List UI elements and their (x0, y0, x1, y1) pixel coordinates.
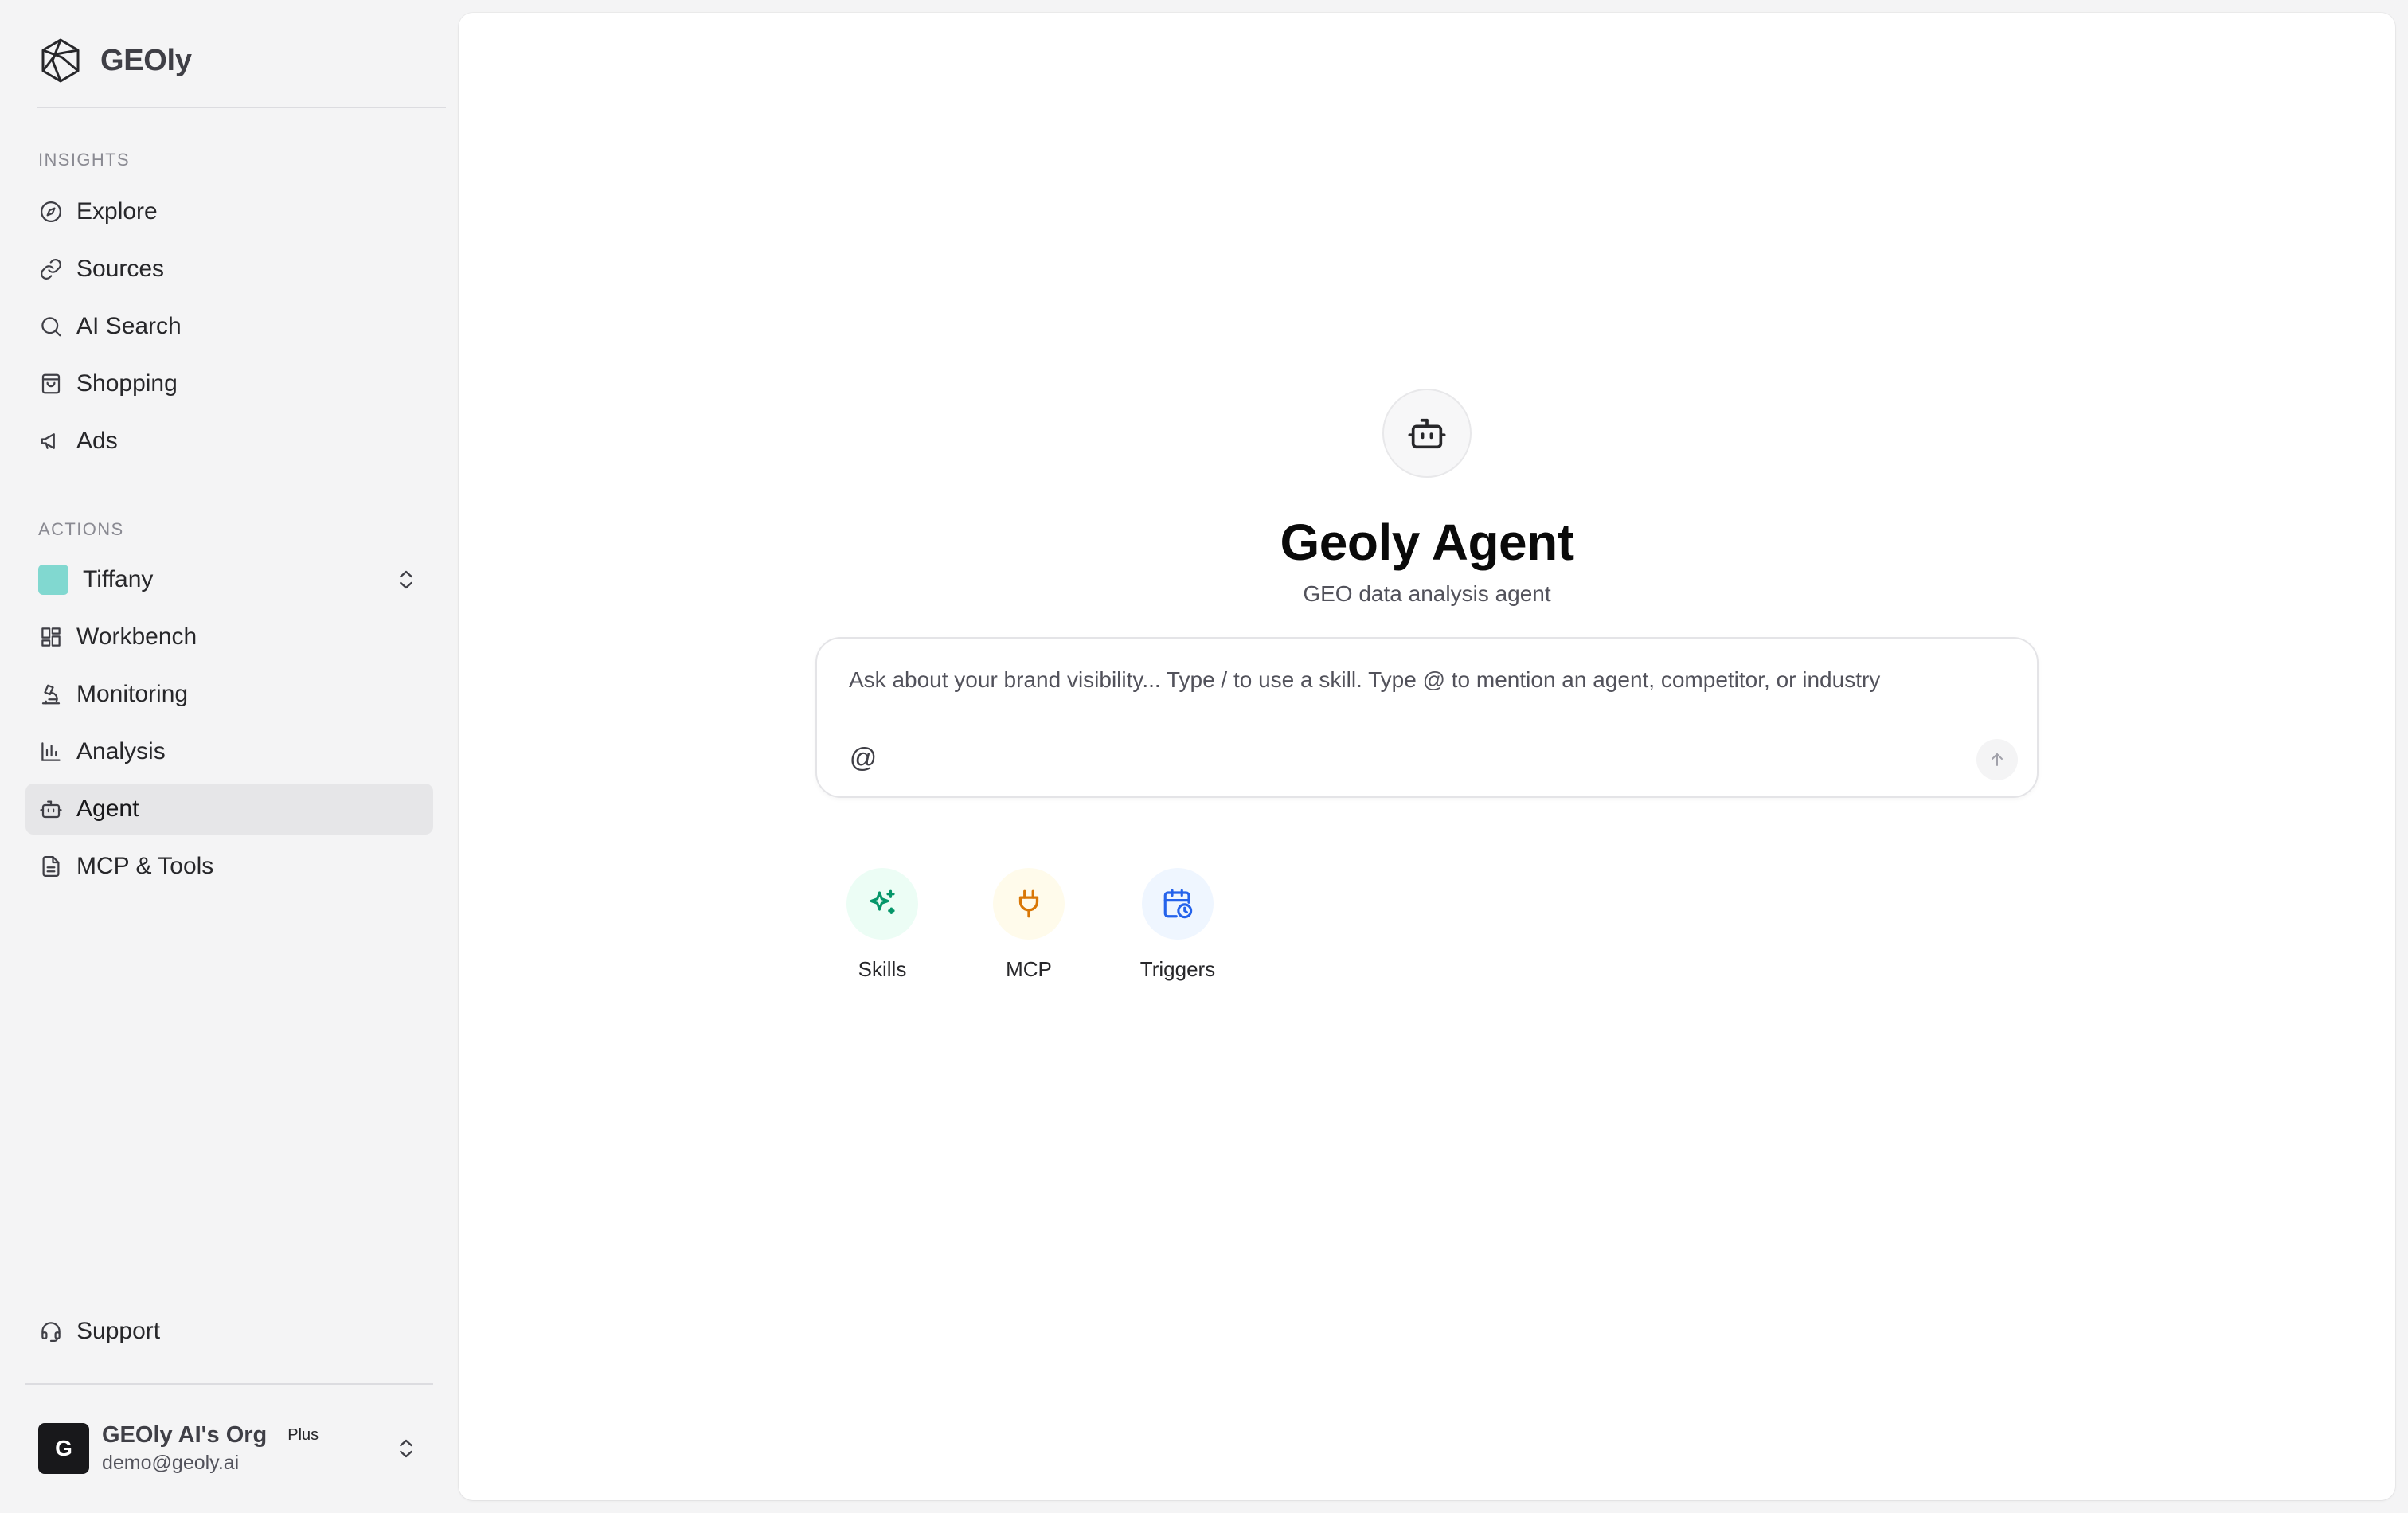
agent-avatar (1382, 389, 1472, 478)
sidebar-item-mcp-tools[interactable]: MCP & Tools (25, 841, 433, 892)
org-meta: GEOly AI's Org Plus demo@geoly.ai (102, 1422, 319, 1475)
chat-composer: @ (815, 637, 2039, 798)
chevrons-up-down-icon (393, 567, 419, 592)
workspace-switcher[interactable]: Tiffany (25, 554, 433, 605)
chat-input[interactable] (849, 667, 2008, 706)
sparkles-icon (870, 889, 895, 914)
brand-name: GEOly (100, 43, 192, 77)
plug-icon (1018, 889, 1039, 918)
org-name: GEOly AI's Org (102, 1422, 268, 1448)
workspace-color-swatch (38, 565, 68, 595)
sidebar-item-label: Sources (76, 256, 165, 282)
quick-action-label: Triggers (1140, 957, 1216, 981)
chevrons-up-down-icon (393, 1436, 419, 1461)
workspace-name: Tiffany (83, 566, 154, 592)
quick-action-skills[interactable]: Skills (835, 868, 930, 995)
megaphone-icon (38, 428, 64, 454)
quick-action-mcp[interactable]: MCP (981, 868, 1077, 995)
sidebar-item-label: AI Search (76, 313, 182, 339)
sidebar-item-monitoring[interactable]: Monitoring (25, 669, 433, 720)
quick-action-triggers[interactable]: Triggers (1130, 868, 1226, 995)
sidebar-item-shopping[interactable]: Shopping (25, 358, 433, 409)
section-label-insights: INSIGHTS (38, 150, 131, 170)
org-name-row: GEOly AI's Org Plus (102, 1422, 319, 1448)
sidebar-item-ai-search[interactable]: AI Search (25, 301, 433, 352)
bot-icon (1406, 412, 1448, 454)
quick-action-circle (993, 868, 1065, 940)
sidebar-item-sources[interactable]: Sources (25, 244, 433, 295)
page-title: Geoly Agent (1280, 514, 1574, 571)
compass-icon (38, 199, 64, 225)
sidebar-item-explore[interactable]: Explore (25, 186, 433, 237)
send-button[interactable] (1976, 739, 2018, 780)
sidebar-item-support[interactable]: Support (25, 1306, 433, 1357)
bar-chart-icon (38, 739, 64, 764)
calendar-clock-icon (1163, 889, 1193, 919)
link-icon (38, 256, 64, 282)
quick-action-label: Skills (858, 957, 907, 981)
sidebar-item-ads[interactable]: Ads (25, 416, 433, 467)
file-text-icon (38, 854, 64, 879)
section-label-actions: ACTIONS (38, 519, 124, 539)
sidebar: GEOly INSIGHTS Explore Sources AI Search (0, 0, 459, 1513)
headset-icon (38, 1319, 64, 1344)
hexagon-swirl-logo-icon (37, 37, 84, 84)
sidebar-item-label: Support (76, 1318, 161, 1344)
plan-badge: Plus (287, 1426, 319, 1444)
grid-icon (38, 624, 64, 650)
sidebar-item-label: Agent (76, 796, 139, 822)
brand-divider (37, 107, 446, 108)
app-root: GEOly INSIGHTS Explore Sources AI Search (0, 0, 2408, 1513)
quick-action-label: MCP (1006, 957, 1052, 981)
sidebar-item-agent[interactable]: Agent (25, 784, 433, 835)
avatar: G (38, 1423, 89, 1474)
org-email: demo@geoly.ai (102, 1452, 240, 1474)
sidebar-item-label: Shopping (76, 370, 178, 397)
main-panel: Geoly Agent GEO data analysis agent @ Sk… (459, 13, 2395, 1500)
sidebar-bottom-divider (25, 1383, 433, 1385)
sidebar-item-label: Ads (76, 428, 118, 454)
sidebar-item-label: Workbench (76, 624, 197, 650)
search-icon (38, 314, 64, 339)
sidebar-item-analysis[interactable]: Analysis (25, 726, 433, 777)
mention-button[interactable]: @ (846, 741, 881, 776)
shopping-bag-icon (38, 371, 64, 397)
page-subtitle: GEO data analysis agent (1303, 581, 1551, 606)
quick-action-circle (1142, 868, 1214, 940)
sidebar-item-workbench[interactable]: Workbench (25, 612, 433, 663)
arrow-up-icon (1992, 753, 2003, 766)
brand[interactable]: GEOly (37, 35, 192, 86)
sidebar-item-label: Monitoring (76, 681, 189, 707)
org-switcher[interactable]: G GEOly AI's Org Plus demo@geoly.ai (25, 1414, 433, 1483)
sidebar-item-label: MCP & Tools (76, 853, 214, 879)
sidebar-item-label: Explore (76, 198, 158, 225)
quick-action-circle (846, 868, 918, 940)
bot-icon (38, 796, 64, 822)
microscope-icon (38, 682, 64, 707)
sidebar-item-label: Analysis (76, 738, 166, 764)
